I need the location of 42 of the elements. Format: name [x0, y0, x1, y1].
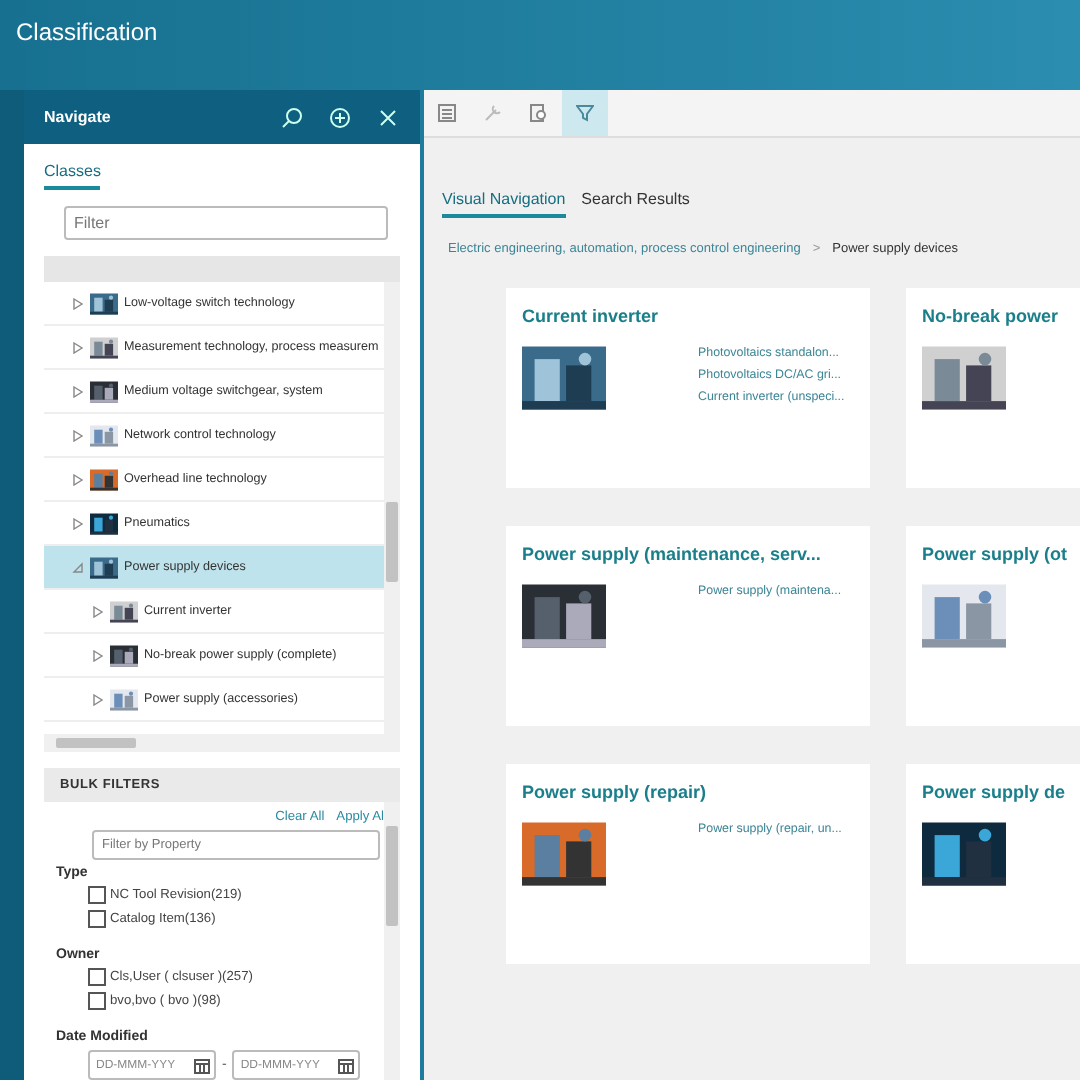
checkbox[interactable]	[88, 886, 106, 904]
scrollbar[interactable]	[384, 282, 400, 734]
scrollbar[interactable]	[384, 802, 400, 1080]
tab[interactable]: Search Results	[581, 190, 690, 218]
tab[interactable]: Visual Navigation	[442, 190, 566, 218]
collapsed-arrow-icon[interactable]	[92, 605, 104, 617]
add-icon[interactable]	[328, 105, 352, 129]
collapsed-arrow-icon[interactable]	[72, 429, 84, 441]
search-icon[interactable]	[280, 105, 304, 129]
filter-field[interactable]: Filter	[64, 206, 388, 240]
card-title: Power supply de	[922, 782, 1068, 802]
collapsed-arrow-icon[interactable]	[72, 385, 84, 397]
close-icon[interactable]	[376, 105, 400, 129]
category-card[interactable]: Power supply (ot	[906, 526, 1080, 726]
card-title: Current inverter	[522, 306, 661, 326]
collapsed-arrow-icon[interactable]	[72, 517, 84, 529]
collapsed-arrow-icon[interactable]	[72, 341, 84, 353]
card-title: Power supply (maintenance, serv...	[522, 544, 823, 564]
category-card[interactable]: No-break power	[906, 288, 1080, 488]
calendar-icon[interactable]	[194, 1058, 210, 1074]
expanded-arrow-icon[interactable]	[72, 561, 84, 573]
app-title: Classification	[16, 18, 158, 46]
checkbox[interactable]	[88, 968, 106, 986]
filter-icon	[576, 104, 594, 122]
classes-tab[interactable]: Classes	[44, 162, 101, 190]
collapsed-arrow-icon[interactable]	[72, 473, 84, 485]
collapsed-arrow-icon[interactable]	[92, 649, 104, 661]
category-card[interactable]: Power supply de	[906, 764, 1080, 964]
calendar-icon[interactable]	[338, 1058, 355, 1074]
wrench-icon	[484, 104, 502, 122]
document-search-icon	[530, 104, 548, 122]
scrollbar[interactable]	[44, 734, 400, 752]
collapsed-arrow-icon[interactable]	[92, 693, 104, 705]
list-icon	[438, 104, 456, 122]
checkbox[interactable]	[88, 910, 106, 928]
panel-title: Navigate	[44, 108, 113, 126]
card-title: Power supply (repair)	[522, 782, 709, 802]
card-title: No-break power	[922, 306, 1061, 326]
checkbox[interactable]	[88, 992, 106, 1010]
card-title: Power supply (ot	[922, 544, 1070, 564]
collapsed-arrow-icon[interactable]	[72, 297, 84, 309]
toolbar-button[interactable]	[562, 90, 608, 136]
